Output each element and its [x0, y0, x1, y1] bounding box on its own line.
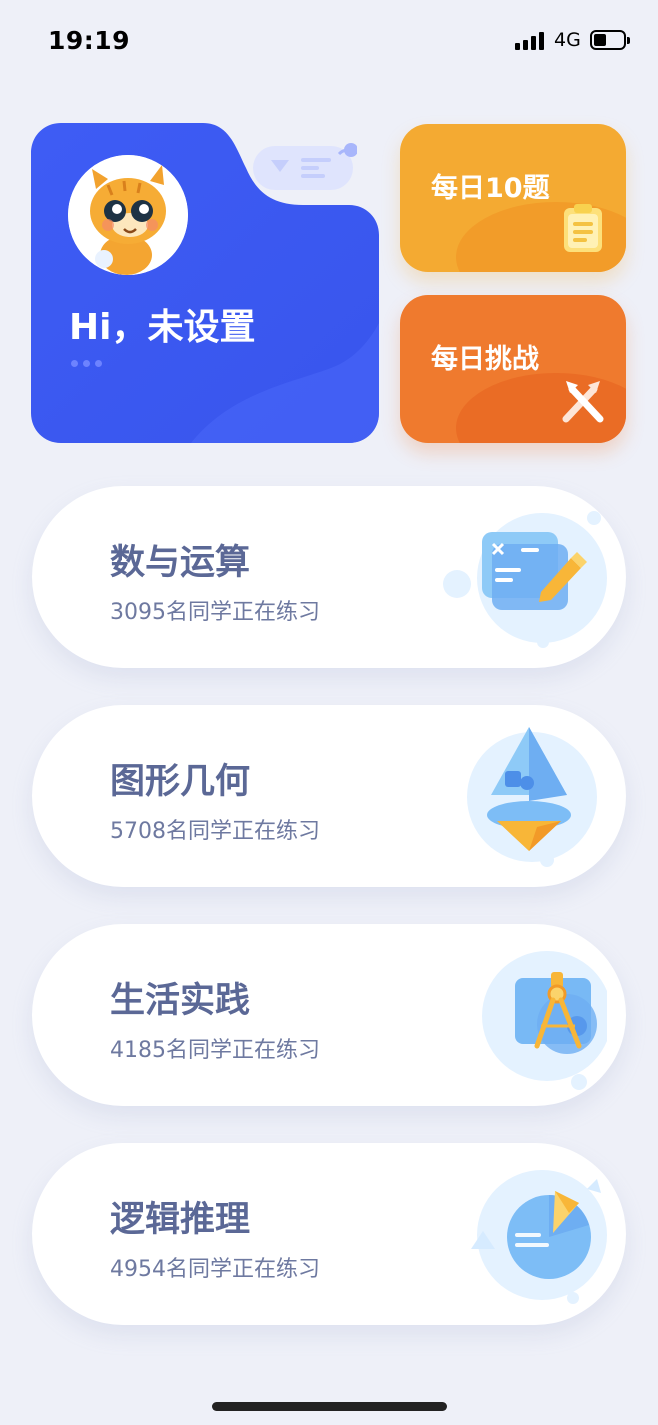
subject-practice-count: 5708名同学正在练习 — [110, 819, 320, 844]
pagination-dots — [71, 352, 107, 371]
compass-icon — [482, 951, 607, 1090]
subject-card-number-operations[interactable]: 数与运算 3095名同学正在练习 — [32, 486, 626, 668]
tiger-avatar-icon — [68, 155, 188, 275]
home-indicator[interactable] — [212, 1402, 447, 1411]
avatar[interactable] — [68, 155, 188, 275]
chat-bubble-icon — [253, 143, 357, 190]
subject-card-life-practice[interactable]: 生活实践 4185名同学正在练习 — [32, 924, 626, 1106]
status-bar: 19:19 4G — [0, 0, 658, 80]
battery-icon — [590, 30, 630, 50]
subject-card-geometry[interactable]: 图形几何 5708名同学正在练习 — [32, 705, 626, 887]
subject-card-logic-reasoning[interactable]: 逻辑推理 4954名同学正在练习 — [32, 1143, 626, 1325]
daily-challenge-card[interactable]: 每日挑战 — [400, 295, 626, 443]
subject-title: 生活实践 — [110, 981, 251, 1021]
geometry-icon — [467, 727, 597, 867]
signal-icon — [515, 32, 547, 50]
subject-practice-count: 4954名同学正在练习 — [110, 1257, 320, 1282]
daily-10-questions-card[interactable]: 每日10题 — [400, 124, 626, 272]
subject-title: 图形几何 — [110, 762, 251, 802]
calculator-icon — [443, 511, 607, 648]
daily-10-label: 每日10题 — [431, 173, 550, 204]
network-label: 4G — [554, 29, 581, 51]
crossed-swords-icon — [562, 381, 604, 423]
daily-challenge-label: 每日挑战 — [431, 344, 539, 375]
subject-title: 数与运算 — [110, 543, 251, 583]
status-time: 19:19 — [48, 26, 131, 55]
subject-title: 逻辑推理 — [110, 1200, 251, 1240]
subject-practice-count: 3095名同学正在练习 — [110, 600, 320, 625]
subject-practice-count: 4185名同学正在练习 — [110, 1038, 320, 1063]
pie-chart-icon — [471, 1170, 607, 1304]
greeting-text: Hi，未设置 — [69, 307, 256, 348]
clipboard-icon — [564, 204, 602, 252]
